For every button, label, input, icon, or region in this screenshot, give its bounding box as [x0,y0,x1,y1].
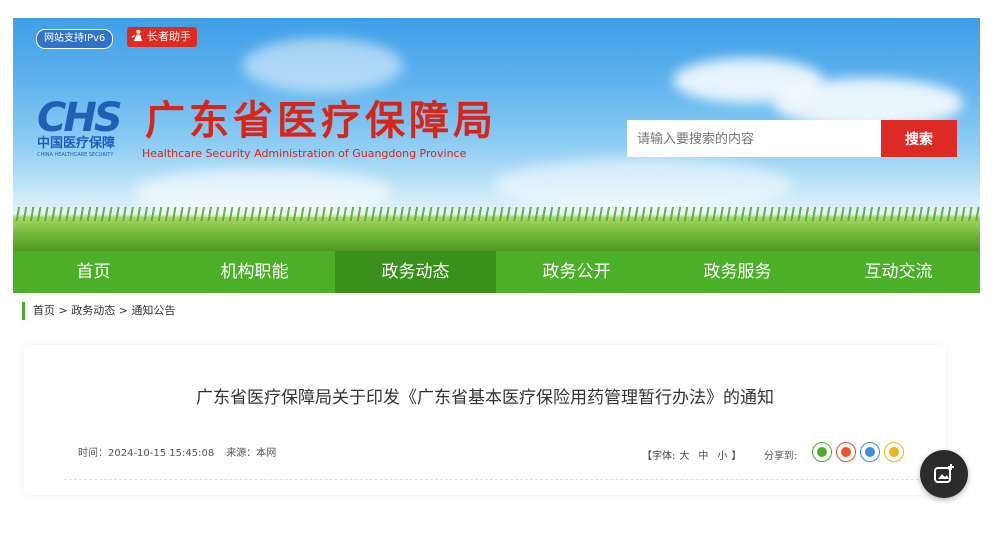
nav-item-services[interactable]: 政务服务 [657,251,818,293]
grass-decoration [13,207,980,251]
weibo-icon[interactable] [836,442,856,462]
elder-assistant-label: 长者助手 [147,30,191,43]
chs-logo-cn: 中国医疗保障 [37,136,116,151]
article-time: 时间：2024-10-15 15:45:08 [78,448,215,459]
font-size-medium[interactable]: 中 [698,451,708,462]
chs-logo: CHS [37,95,123,141]
qq-icon[interactable] [860,442,880,462]
breadcrumb-home[interactable]: 首页 [33,304,55,317]
ipv6-badge[interactable]: 网站支持IPv6 [36,29,114,49]
main-nav: 首页 机构职能 政务动态 政务公开 政务服务 互动交流 [13,251,980,293]
breadcrumb: 首页 > 政务动态 > 通知公告 [22,302,175,320]
qzone-icon[interactable] [884,442,904,462]
chs-logo-en: CHINA HEALTHCARE SECURITY [37,152,114,158]
font-size-large[interactable]: 大 [679,451,689,462]
header-banner: 网站支持IPv6 长者助手 CHS 中国医疗保障 CHINA HEALTHCAR… [13,18,980,251]
font-size-control: 【字体: 大中小】 [642,447,741,462]
font-size-small[interactable]: 小 [717,451,727,462]
divider [64,479,924,480]
search-input[interactable] [627,120,881,157]
share-label: 分享到: [764,451,798,462]
font-size-suffix: 】 [731,451,742,462]
breadcrumb-current[interactable]: 通知公告 [131,304,175,317]
image-action-button[interactable] [920,450,968,498]
font-size-prefix: 【字体: [642,451,676,462]
site-title: 广东省医疗保障局 [145,97,497,144]
nav-item-home[interactable]: 首页 [13,251,174,293]
article-card: 广东省医疗保障局关于印发《广东省基本医疗保险用药管理暂行办法》的通知 时间：20… [24,345,946,495]
article-title: 广东省医疗保障局关于印发《广东省基本医疗保险用药管理暂行办法》的通知 [196,388,774,408]
add-image-icon [934,464,954,483]
nav-item-public[interactable]: 政务公开 [496,251,657,293]
site-title-en: Healthcare Security Administration of Gu… [142,147,467,160]
article-source: 来源：本网 [226,448,277,459]
nav-item-news[interactable]: 政务动态 [335,251,496,293]
article-meta: 时间：2024-10-15 15:45:08 来源：本网 [78,444,288,459]
elder-assistant-button[interactable]: 长者助手 [127,27,197,47]
page-wrapper: 网站支持IPv6 长者助手 CHS 中国医疗保障 CHINA HEALTHCAR… [13,18,980,293]
breadcrumb-section[interactable]: 政务动态 [71,304,115,317]
wechat-icon[interactable] [812,442,832,462]
elder-icon [131,29,143,42]
search-button[interactable]: 搜索 [881,120,957,157]
nav-item-interaction[interactable]: 互动交流 [818,251,979,293]
breadcrumb-separator: > [55,304,72,317]
nav-item-functions[interactable]: 机构职能 [174,251,335,293]
breadcrumb-separator: > [115,304,132,317]
search-bar: 搜索 [627,120,957,157]
